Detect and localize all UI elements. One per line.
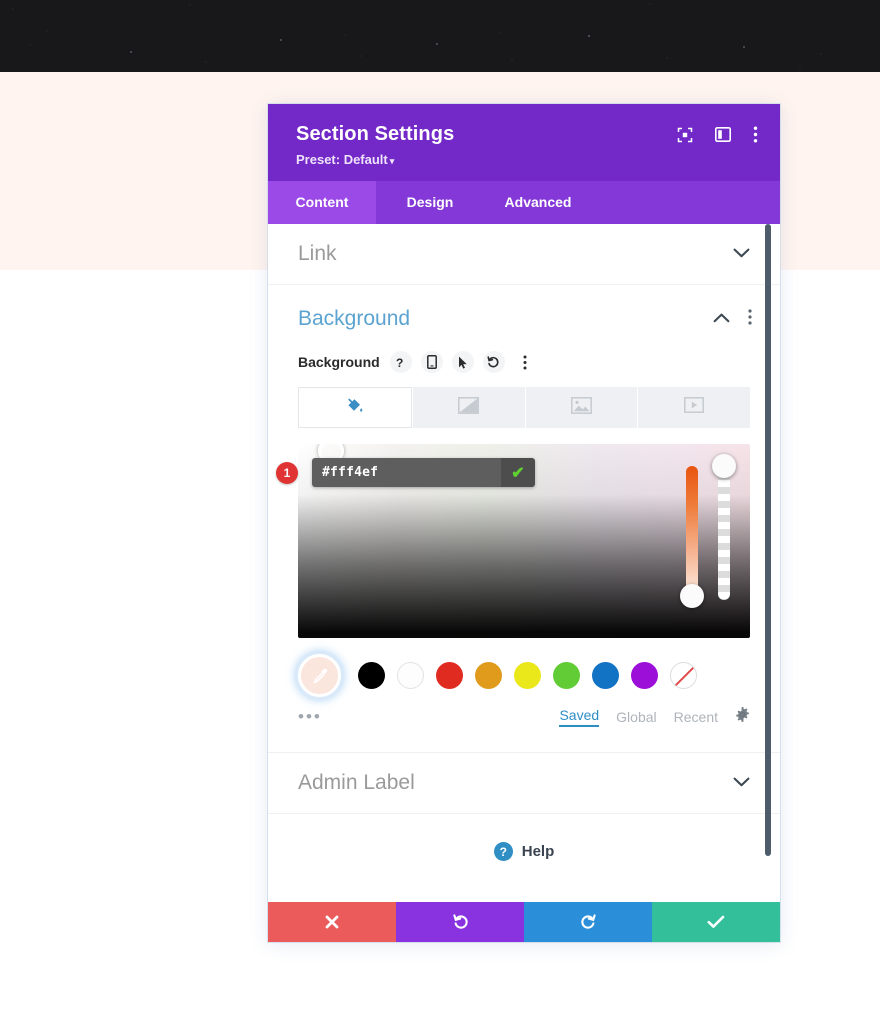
palette-tab-group: Saved Global Recent (559, 707, 750, 727)
swatch-black[interactable] (358, 662, 385, 689)
background-color-tab[interactable] (298, 387, 412, 428)
section-link-label: Link (298, 242, 337, 265)
svg-text:?: ? (396, 356, 403, 369)
section-admin-label[interactable]: Admin Label (268, 753, 780, 814)
more-swatches-button[interactable]: ••• (298, 708, 322, 725)
paint-bucket-icon (345, 396, 364, 420)
header-icon-group (677, 126, 758, 143)
hex-input-tooltip: ✔ (312, 458, 535, 487)
hex-input[interactable] (312, 458, 501, 487)
gear-icon[interactable] (735, 707, 750, 727)
starry-banner (0, 0, 880, 72)
tab-design[interactable]: Design (376, 181, 484, 224)
background-image-tab[interactable] (525, 387, 638, 428)
modal-header: Section Settings Preset: Default ▾ (268, 104, 780, 181)
scrollbar-thumb[interactable] (765, 224, 771, 856)
help-row[interactable]: ? Help (268, 814, 780, 861)
chevron-down-icon[interactable] (733, 774, 750, 792)
hover-cursor-icon[interactable] (451, 351, 474, 373)
more-options-icon[interactable] (753, 126, 758, 143)
swatch-transparent[interactable] (670, 662, 697, 689)
preset-selector[interactable]: Preset: Default ▾ (296, 152, 756, 169)
tab-content[interactable]: Content (268, 181, 376, 224)
swatch-orange[interactable] (475, 662, 502, 689)
hex-confirm-button[interactable]: ✔ (501, 458, 535, 487)
color-swatch-row (268, 638, 780, 697)
save-button[interactable] (652, 902, 780, 942)
step-badge: 1 (276, 462, 298, 484)
modal-footer (268, 902, 780, 942)
section-background-tools (713, 308, 752, 330)
swatch-white[interactable] (397, 662, 424, 689)
reset-icon[interactable] (482, 351, 505, 373)
scrollbar-track[interactable] (765, 224, 776, 902)
preset-label: Preset: Default (296, 152, 388, 167)
cancel-button[interactable] (268, 902, 396, 942)
section-settings-modal: Section Settings Preset: Default ▾ Conte… (268, 104, 780, 942)
swatch-blue[interactable] (592, 662, 619, 689)
swatch-yellow[interactable] (514, 662, 541, 689)
palette-tab-saved[interactable]: Saved (559, 707, 600, 727)
chevron-up-icon[interactable] (713, 310, 730, 328)
alpha-slider[interactable] (712, 454, 736, 600)
focus-icon[interactable] (677, 127, 693, 143)
tab-advanced[interactable]: Advanced (484, 181, 592, 224)
swatch-red[interactable] (436, 662, 463, 689)
section-more-icon[interactable] (748, 308, 752, 330)
gradient-icon (458, 396, 480, 419)
modal-tabbar: Content Design Advanced (268, 181, 780, 224)
hue-slider-handle[interactable] (680, 584, 704, 608)
chevron-down-icon: ▾ (389, 156, 395, 166)
background-type-tabs (298, 387, 750, 428)
palette-footer: ••• Saved Global Recent (268, 697, 780, 727)
background-field-label: Background (298, 354, 380, 370)
eyedropper-swatch[interactable] (298, 654, 341, 697)
alpha-slider-handle[interactable] (712, 454, 736, 478)
swatch-purple[interactable] (631, 662, 658, 689)
palette-tab-global[interactable]: Global (616, 709, 656, 725)
help-label: Help (521, 843, 555, 860)
redo-button[interactable] (524, 902, 652, 942)
help-icon[interactable]: ? (389, 351, 412, 373)
section-admin-label-text: Admin Label (298, 771, 415, 794)
video-icon (684, 397, 705, 418)
modal-body: Link Background Background ? 1 #fff4ef ✔… (268, 224, 780, 902)
help-icon: ? (493, 842, 513, 861)
image-icon (570, 396, 592, 419)
section-background-label: Background (298, 307, 411, 330)
layout-panel-icon[interactable] (715, 127, 731, 142)
palette-tab-recent[interactable]: Recent (674, 709, 718, 725)
background-video-tab[interactable] (638, 387, 750, 428)
swatch-green[interactable] (553, 662, 580, 689)
chevron-down-icon[interactable] (733, 245, 750, 263)
section-link[interactable]: Link (268, 224, 780, 285)
section-divider (268, 727, 780, 753)
color-picker-wrapper: 1 ✔ (276, 444, 750, 638)
undo-button[interactable] (396, 902, 524, 942)
background-gradient-tab[interactable] (412, 387, 525, 428)
responsive-phone-icon[interactable] (420, 351, 443, 373)
hue-slider[interactable] (680, 466, 704, 608)
section-background-header[interactable]: Background (268, 285, 780, 339)
background-field-header: Background ? (268, 339, 780, 383)
field-more-icon[interactable] (514, 351, 536, 373)
